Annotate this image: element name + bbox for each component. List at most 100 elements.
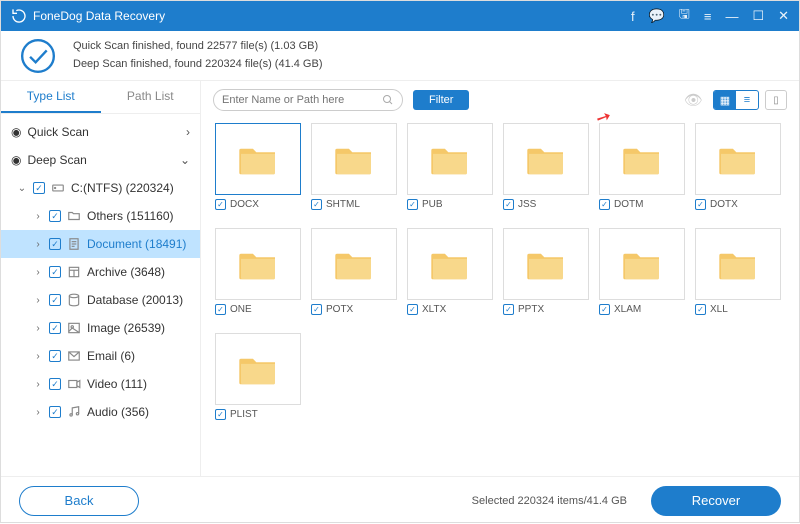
- archive-icon: [67, 265, 81, 279]
- tree-item-document[interactable]: ›✓Document (18491): [1, 230, 200, 258]
- folder-icon: [407, 228, 493, 300]
- footer: Back Selected 220324 items/41.4 GB Recov…: [1, 476, 799, 524]
- file-tile[interactable]: ✓PUB: [407, 123, 493, 210]
- app-title: FoneDog Data Recovery: [33, 9, 165, 23]
- maximize-icon[interactable]: ☐: [752, 8, 764, 24]
- filter-button[interactable]: Filter: [413, 90, 469, 110]
- checkmark-icon: [19, 37, 57, 75]
- chevron-down-icon: ⌄: [180, 153, 190, 167]
- preview-icon[interactable]: 👁: [684, 91, 703, 109]
- tab-type-list[interactable]: Type List: [1, 81, 101, 113]
- checkbox[interactable]: ✓: [49, 322, 61, 334]
- file-tile[interactable]: ✓XLTX: [407, 228, 493, 315]
- tree-item-label: Archive (3648): [87, 265, 165, 279]
- checkbox[interactable]: ✓: [215, 199, 226, 210]
- tab-path-list[interactable]: Path List: [101, 81, 201, 113]
- deep-scan-status: Deep Scan finished, found 220324 file(s)…: [73, 56, 322, 74]
- facebook-icon[interactable]: f: [631, 9, 635, 24]
- chevron-right-icon: ›: [33, 295, 43, 306]
- save-icon[interactable]: 🖫: [679, 5, 690, 27]
- tree-drive[interactable]: ⌄ ✓ C:(NTFS) (220324): [1, 174, 200, 202]
- minimize-icon[interactable]: —: [725, 9, 738, 24]
- checkbox[interactable]: ✓: [33, 182, 45, 194]
- search-input[interactable]: [213, 89, 403, 111]
- search-icon: [382, 94, 394, 106]
- file-label: XLAM: [614, 304, 641, 315]
- main-panel: Filter ➚ 👁 ▦ ≡ ▯ ✓DOCX✓SHTML✓PUB✓JSS✓DOT…: [201, 81, 799, 476]
- file-tile[interactable]: ✓XLL: [695, 228, 781, 315]
- file-tile[interactable]: ✓PLIST: [215, 333, 301, 420]
- file-tile[interactable]: ✓DOTX: [695, 123, 781, 210]
- checkbox[interactable]: ✓: [407, 304, 418, 315]
- file-tile[interactable]: ✓ POTX: [311, 228, 397, 315]
- chevron-right-icon: ›: [33, 239, 43, 250]
- checkbox[interactable]: ✓: [215, 304, 226, 315]
- checkbox[interactable]: ✓: [49, 210, 61, 222]
- checkbox[interactable]: ✓: [311, 304, 322, 315]
- checkbox[interactable]: ✓: [49, 378, 61, 390]
- recover-button[interactable]: Recover: [651, 486, 781, 516]
- checkbox[interactable]: ✓: [695, 304, 706, 315]
- tree-item-video[interactable]: ›✓Video (111): [1, 370, 200, 398]
- tree-item-archive[interactable]: › ✓ Archive (3648): [1, 258, 200, 286]
- folder-icon: [695, 228, 781, 300]
- selection-info: Selected 220324 items/41.4 GB: [472, 495, 627, 507]
- title-bar: FoneDog Data Recovery f 💬 🖫 ≡ — ☐ ✕: [1, 1, 799, 31]
- checkbox[interactable]: ✓: [49, 350, 61, 362]
- close-icon[interactable]: ✕: [778, 8, 789, 24]
- checkbox[interactable]: ✓: [503, 199, 514, 210]
- tree-item-label: Audio (356): [87, 405, 149, 419]
- checkbox[interactable]: ✓: [599, 199, 610, 210]
- search-field[interactable]: [222, 94, 378, 106]
- chevron-right-icon: ›: [33, 351, 43, 362]
- database-icon: [67, 293, 81, 307]
- list-view-icon[interactable]: ≡: [736, 91, 758, 109]
- file-tile[interactable]: ✓ DOCX: [215, 123, 301, 210]
- checkbox[interactable]: ✓: [311, 199, 322, 210]
- grid-view-icon[interactable]: ▦: [714, 91, 736, 109]
- tree-item-database[interactable]: ›✓Database (20013): [1, 286, 200, 314]
- folder-icon: [311, 123, 397, 195]
- tree-item-label: Others (151160): [87, 209, 174, 223]
- tree: ◉ Quick Scan › ◉ Deep Scan ⌄ ⌄ ✓ C:(NTFS…: [1, 114, 200, 476]
- file-tile[interactable]: ✓SHTML: [311, 123, 397, 210]
- back-button[interactable]: Back: [19, 486, 139, 516]
- app-logo-icon: [11, 8, 27, 24]
- tree-item-label: Image (26539): [87, 321, 165, 335]
- toolbar: Filter ➚ 👁 ▦ ≡ ▯: [201, 81, 799, 119]
- checkbox[interactable]: ✓: [695, 199, 706, 210]
- checkbox[interactable]: ✓: [49, 266, 61, 278]
- tree-deep-scan[interactable]: ◉ Deep Scan ⌄: [1, 146, 200, 174]
- checkbox[interactable]: ✓: [599, 304, 610, 315]
- checkbox[interactable]: ✓: [215, 409, 226, 420]
- tree-item-image[interactable]: ›✓Image (26539): [1, 314, 200, 342]
- file-tile[interactable]: ✓DOTM: [599, 123, 685, 210]
- checkbox[interactable]: ✓: [49, 238, 61, 250]
- tree-item-audio[interactable]: ›✓Audio (356): [1, 398, 200, 426]
- tree-item-email[interactable]: ›✓Email (6): [1, 342, 200, 370]
- bullet-icon: ◉: [11, 153, 21, 167]
- file-tile[interactable]: ✓JSS: [503, 123, 589, 210]
- checkbox[interactable]: ✓: [503, 304, 514, 315]
- feedback-icon[interactable]: 💬: [649, 8, 665, 24]
- file-tile[interactable]: ✓ONE: [215, 228, 301, 315]
- checkbox[interactable]: ✓: [407, 199, 418, 210]
- window-controls: f 💬 🖫 ≡ — ☐ ✕: [631, 5, 789, 27]
- checkbox[interactable]: ✓: [49, 406, 61, 418]
- view-mode-toggle[interactable]: ▦ ≡: [713, 90, 759, 110]
- file-label: POTX: [326, 304, 353, 315]
- file-label: PPTX: [518, 304, 544, 315]
- folder-icon: [407, 123, 493, 195]
- chevron-right-icon: ›: [186, 125, 190, 139]
- tree-item-folder[interactable]: ›✓Others (151160): [1, 202, 200, 230]
- detail-view-icon[interactable]: ▯: [765, 90, 787, 110]
- tree-quick-scan[interactable]: ◉ Quick Scan ›: [1, 118, 200, 146]
- chevron-right-icon: ›: [33, 267, 43, 278]
- quick-scan-status: Quick Scan finished, found 22577 file(s)…: [73, 38, 322, 56]
- checkbox[interactable]: ✓: [49, 294, 61, 306]
- file-tile[interactable]: ✓ XLAM: [599, 228, 685, 315]
- file-label: DOCX: [230, 199, 259, 210]
- menu-icon[interactable]: ≡: [704, 9, 712, 24]
- file-tile[interactable]: ✓ PPTX: [503, 228, 589, 315]
- file-grid: ✓DOCX✓SHTML✓PUB✓JSS✓DOTM✓DOTX✓ONE✓POTX✓X…: [201, 119, 799, 476]
